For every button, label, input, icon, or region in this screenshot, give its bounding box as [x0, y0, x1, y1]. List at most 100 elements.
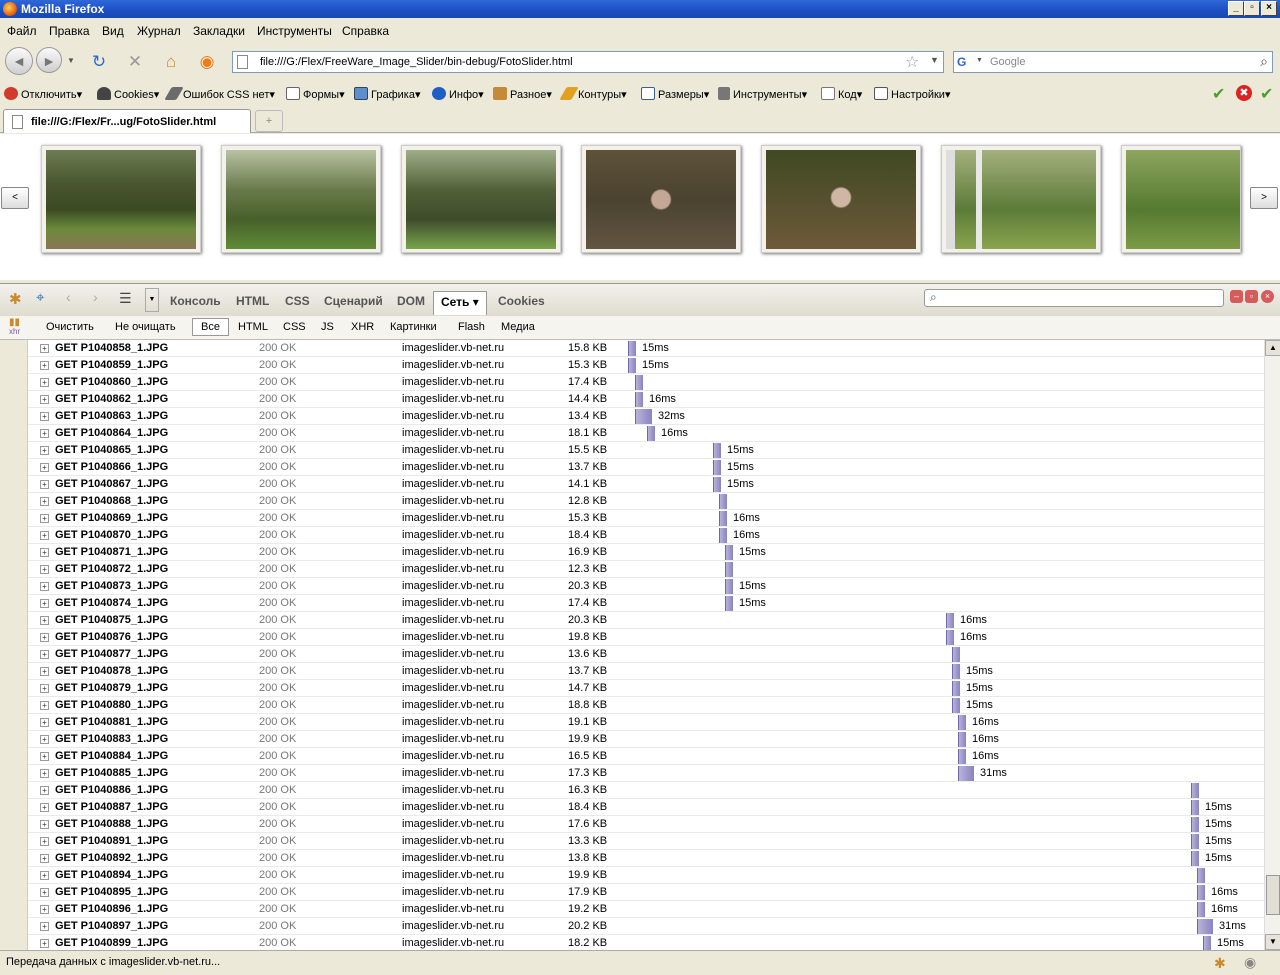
request-row[interactable]: + GET P1040866_1.JPG 200 OK imageslider.vb-…	[28, 459, 1264, 476]
search-icon[interactable]: ⌕	[1260, 53, 1268, 70]
filter-all[interactable]: Все	[192, 318, 229, 336]
clear-button[interactable]: Очистить	[46, 321, 94, 333]
slider-thumb[interactable]	[761, 145, 921, 253]
firebug-detach-icon[interactable]: ▫	[1245, 290, 1258, 303]
filter-xhr[interactable]: XHR	[351, 321, 374, 333]
request-row[interactable]: + GET P1040871_1.JPG 200 OK imageslider.vb-…	[28, 544, 1264, 561]
request-row[interactable]: + GET P1040891_1.JPG 200 OK imageslider.vb-…	[28, 833, 1264, 850]
request-row[interactable]: + GET P1040888_1.JPG 200 OK imageslider.vb-…	[28, 816, 1264, 833]
expand-icon[interactable]: +	[40, 531, 49, 540]
menu-help[interactable]: Справка	[342, 24, 389, 38]
request-url[interactable]: GET P1040896_1.JPG	[55, 903, 168, 915]
tab-fotoslider[interactable]: file:///G:/Flex/Fr...ug/FotoSlider.html	[3, 109, 251, 133]
url-text[interactable]: file:///G:/Flex/FreeWare_Image_Slider/bi…	[260, 56, 573, 68]
request-url[interactable]: GET P1040864_1.JPG	[55, 427, 168, 439]
request-url[interactable]: GET P1040871_1.JPG	[55, 546, 168, 558]
url-dropdown-icon[interactable]: ▼	[930, 55, 939, 65]
request-url[interactable]: GET P1040858_1.JPG	[55, 342, 168, 354]
firebug-minimize-icon[interactable]: –	[1230, 290, 1243, 303]
menu-view[interactable]: Вид	[102, 24, 124, 38]
expand-icon[interactable]: +	[40, 701, 49, 710]
expand-icon[interactable]: +	[40, 548, 49, 557]
expand-icon[interactable]: +	[40, 463, 49, 472]
tab-cookies[interactable]: Cookies	[498, 294, 545, 308]
request-url[interactable]: GET P1040875_1.JPG	[55, 614, 168, 626]
forward-arrow-icon[interactable]: ›	[93, 289, 98, 305]
request-row[interactable]: + GET P1040879_1.JPG 200 OK imageslider.vb-…	[28, 680, 1264, 697]
expand-icon[interactable]: +	[40, 803, 49, 812]
expand-icon[interactable]: +	[40, 718, 49, 727]
request-row[interactable]: + GET P1040881_1.JPG 200 OK imageslider.vb-…	[28, 714, 1264, 731]
expand-icon[interactable]: +	[40, 820, 49, 829]
request-row[interactable]: + GET P1040870_1.JPG 200 OK imageslider.vb-…	[28, 527, 1264, 544]
request-url[interactable]: GET P1040897_1.JPG	[55, 920, 168, 932]
request-url[interactable]: GET P1040868_1.JPG	[55, 495, 168, 507]
reload-icon[interactable]: ↻	[89, 52, 109, 72]
close-button[interactable]: ×	[1261, 1, 1277, 16]
request-url[interactable]: GET P1040869_1.JPG	[55, 512, 168, 524]
expand-icon[interactable]: +	[40, 412, 49, 421]
request-row[interactable]: + GET P1040877_1.JPG 200 OK imageslider.vb-…	[28, 646, 1264, 663]
stop-icon[interactable]: ✕	[125, 52, 145, 72]
request-url[interactable]: GET P1040881_1.JPG	[55, 716, 168, 728]
firebug-bug-icon[interactable]: ✱	[9, 290, 22, 308]
request-url[interactable]: GET P1040876_1.JPG	[55, 631, 168, 643]
wd-misc[interactable]: Разное▾	[493, 87, 552, 101]
tab-html[interactable]: HTML	[236, 294, 269, 308]
request-row[interactable]: + GET P1040859_1.JPG 200 OK imageslider.vb-…	[28, 357, 1264, 374]
expand-icon[interactable]: +	[40, 565, 49, 574]
expand-icon[interactable]: +	[40, 854, 49, 863]
request-row[interactable]: + GET P1040860_1.JPG 200 OK imageslider.vb-…	[28, 374, 1264, 391]
request-url[interactable]: GET P1040884_1.JPG	[55, 750, 168, 762]
request-row[interactable]: + GET P1040894_1.JPG 200 OK imageslider.vb-…	[28, 867, 1264, 884]
expand-icon[interactable]: +	[40, 361, 49, 370]
request-row[interactable]: + GET P1040872_1.JPG 200 OK imageslider.vb-…	[28, 561, 1264, 578]
request-row[interactable]: + GET P1040897_1.JPG 200 OK imageslider.vb-…	[28, 918, 1264, 935]
filter-css[interactable]: CSS	[283, 321, 306, 333]
vertical-scrollbar[interactable]: ▲ ▼	[1264, 340, 1280, 950]
request-url[interactable]: GET P1040867_1.JPG	[55, 478, 168, 490]
expand-icon[interactable]: +	[40, 667, 49, 676]
request-row[interactable]: + GET P1040878_1.JPG 200 OK imageslider.vb-…	[28, 663, 1264, 680]
request-row[interactable]: + GET P1040862_1.JPG 200 OK imageslider.vb-…	[28, 391, 1264, 408]
firebug-close-icon[interactable]: ×	[1261, 290, 1274, 303]
wd-disable[interactable]: Отключить▾	[4, 87, 82, 101]
request-row[interactable]: + GET P1040863_1.JPG 200 OK imageslider.vb-…	[28, 408, 1264, 425]
expand-icon[interactable]: +	[40, 684, 49, 693]
tab-css[interactable]: CSS	[285, 294, 310, 308]
request-row[interactable]: + GET P1040873_1.JPG 200 OK imageslider.vb-…	[28, 578, 1264, 595]
request-row[interactable]: + GET P1040874_1.JPG 200 OK imageslider.vb-…	[28, 595, 1264, 612]
wd-source[interactable]: Код▾	[821, 87, 862, 101]
request-row[interactable]: + GET P1040899_1.JPG 200 OK imageslider.vb-…	[28, 935, 1264, 950]
back-arrow-icon[interactable]: ‹	[66, 289, 71, 305]
panel-menu-icon[interactable]: ▼	[145, 288, 159, 312]
request-url[interactable]: GET P1040872_1.JPG	[55, 563, 168, 575]
firebug-search-input[interactable]: ⌕	[924, 289, 1224, 307]
request-url[interactable]: GET P1040888_1.JPG	[55, 818, 168, 830]
request-row[interactable]: + GET P1040865_1.JPG 200 OK imageslider.vb-…	[28, 442, 1264, 459]
wd-cookies[interactable]: Cookies▾	[97, 87, 159, 101]
slider-thumb[interactable]	[41, 145, 201, 253]
wd-tools[interactable]: Инструменты▾	[718, 87, 807, 101]
tab-net[interactable]: Сеть ▾	[433, 291, 487, 315]
expand-icon[interactable]: +	[40, 922, 49, 931]
request-url[interactable]: GET P1040895_1.JPG	[55, 886, 168, 898]
rss-icon[interactable]: ◉	[197, 52, 217, 72]
filter-js[interactable]: JS	[321, 321, 334, 333]
search-bar[interactable]: G ▼ Google ⌕	[953, 51, 1273, 73]
expand-icon[interactable]: +	[40, 446, 49, 455]
maximize-button[interactable]: ▫	[1244, 1, 1260, 16]
filter-html[interactable]: HTML	[238, 321, 268, 333]
slider-next-button[interactable]: >	[1250, 187, 1278, 209]
expand-icon[interactable]: +	[40, 616, 49, 625]
forward-button[interactable]: ►	[36, 47, 62, 73]
expand-icon[interactable]: +	[40, 837, 49, 846]
menu-edit[interactable]: Правка	[49, 24, 90, 38]
firebug-status-icon[interactable]: ✱	[1214, 955, 1226, 972]
request-row[interactable]: + GET P1040864_1.JPG 200 OK imageslider.vb-…	[28, 425, 1264, 442]
request-url[interactable]: GET P1040891_1.JPG	[55, 835, 168, 847]
request-row[interactable]: + GET P1040886_1.JPG 200 OK imageslider.vb-…	[28, 782, 1264, 799]
request-row[interactable]: + GET P1040895_1.JPG 200 OK imageslider.vb-…	[28, 884, 1264, 901]
request-row[interactable]: + GET P1040880_1.JPG 200 OK imageslider.vb-…	[28, 697, 1264, 714]
inspect-icon[interactable]: ⌖	[36, 289, 44, 306]
